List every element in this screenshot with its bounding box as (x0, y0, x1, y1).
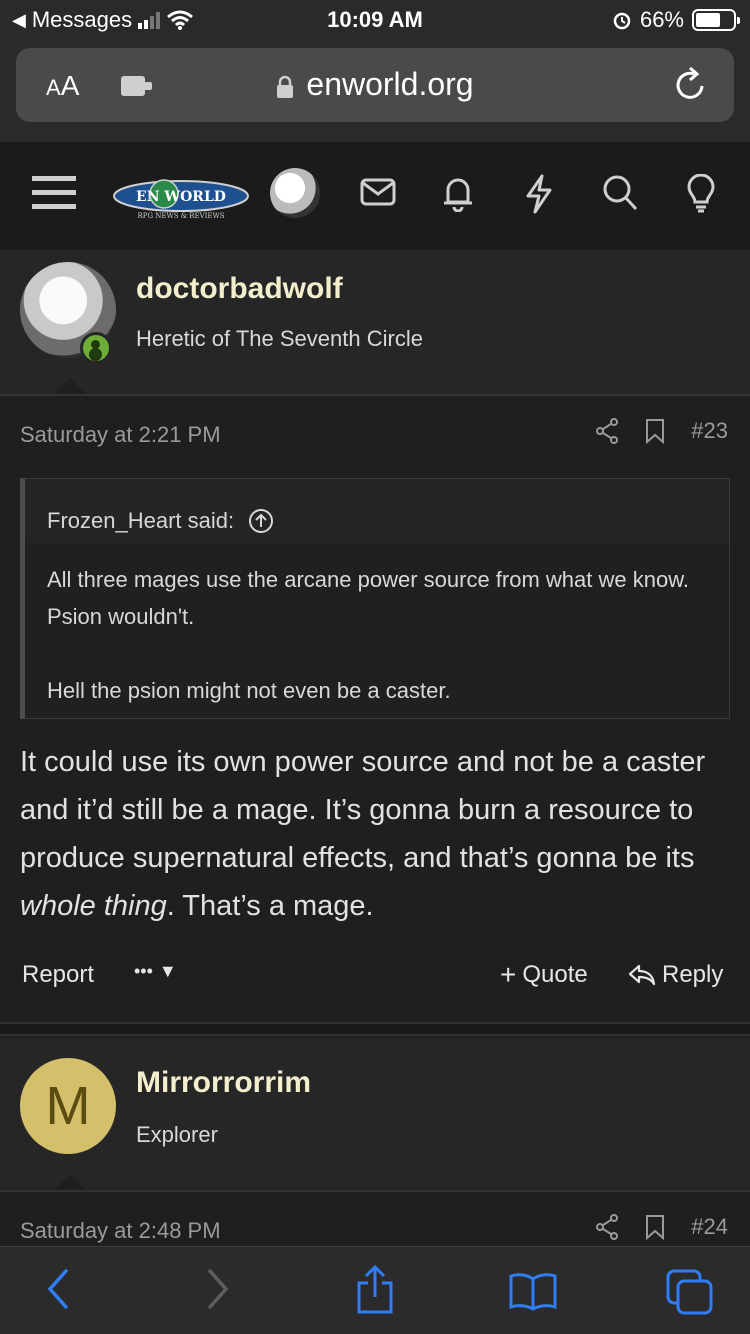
reply-label: Reply (662, 961, 724, 988)
post-author-header: doctorbadwolf Heretic of The Seventh Cir… (0, 250, 750, 396)
lightbulb-icon[interactable] (686, 174, 716, 214)
site-navigation: EN WORLD RPG NEWS & REVIEWS (0, 142, 750, 250)
svg-text:RPG NEWS & REVIEWS: RPG NEWS & REVIEWS (137, 212, 224, 220)
divider (0, 394, 750, 396)
plus-icon: + (500, 959, 517, 990)
author-title: Heretic of The Seventh Circle (136, 326, 423, 351)
caret-down-icon: ▼ (158, 961, 177, 981)
quote-block: Frozen_Heart said: All three mages use t… (20, 478, 730, 719)
mail-icon[interactable] (360, 178, 396, 206)
body-emphasis: whole thing (20, 890, 167, 922)
lightning-icon[interactable] (524, 174, 554, 214)
bookmark-icon[interactable] (645, 1214, 665, 1240)
alarm-icon (613, 12, 631, 30)
reply-button[interactable]: Reply (628, 961, 723, 989)
browser-chrome: ◀ Messages 10:09 AM 66% AA enworld.org (0, 0, 750, 142)
online-status-icon (80, 332, 112, 364)
share-icon[interactable] (595, 418, 619, 444)
author-username[interactable]: Mirrorrorrim (136, 1066, 311, 1100)
reply-icon (628, 964, 656, 986)
quote-paragraph: All three mages use the arcane power sou… (47, 567, 689, 629)
quote-author: Frozen_Heart said: (47, 508, 235, 533)
post-date[interactable]: Saturday at 2:48 PM (20, 1218, 221, 1244)
body-text-part: . That’s a mage. (166, 890, 374, 922)
author-username[interactable]: doctorbadwolf (136, 272, 343, 306)
post-actions: Report ••• ▼ + Quote Reply (0, 955, 750, 999)
post-author-header: M Mirrorrorrim Explorer (0, 1038, 750, 1192)
more-dots-icon: ••• (134, 961, 153, 981)
report-button[interactable]: Report (22, 961, 94, 989)
enworld-logo[interactable]: EN WORLD RPG NEWS & REVIEWS (112, 174, 250, 222)
share-icon[interactable] (595, 1214, 619, 1240)
share-sheet-icon[interactable] (354, 1265, 396, 1315)
post-number[interactable]: #24 (691, 1214, 728, 1240)
battery-percent: 66% (639, 7, 684, 32)
forward-icon[interactable] (204, 1267, 232, 1311)
svg-text:EN WORLD: EN WORLD (136, 189, 226, 205)
hamburger-icon[interactable] (32, 174, 76, 212)
reload-icon[interactable] (672, 66, 708, 104)
author-avatar[interactable]: M (20, 1058, 116, 1154)
more-options-button[interactable]: ••• ▼ (134, 961, 177, 982)
back-icon[interactable] (44, 1267, 72, 1311)
divider (0, 1190, 750, 1192)
bookmark-icon[interactable] (645, 418, 665, 444)
post-meta-actions: #23 (595, 418, 728, 444)
post-body: It could use its own power source and no… (20, 738, 730, 930)
post-meta-actions: #24 (595, 1214, 728, 1240)
lock-icon (277, 75, 294, 98)
bookmarks-icon[interactable] (508, 1271, 558, 1311)
quote-button[interactable]: + Quote (500, 961, 588, 989)
author-title: Explorer (136, 1122, 218, 1147)
body-text-part: It could use its own power source and no… (20, 746, 706, 874)
address-bar[interactable]: AA enworld.org (16, 48, 734, 122)
post-date[interactable]: Saturday at 2:21 PM (20, 422, 221, 448)
status-bar: ◀ Messages 10:09 AM 66% (0, 0, 750, 40)
post-number[interactable]: #23 (691, 418, 728, 444)
report-label: Report (22, 961, 95, 988)
search-icon[interactable] (602, 174, 638, 212)
tabs-icon[interactable] (666, 1269, 714, 1315)
quote-paragraph: Hell the psion might not even be a caste… (47, 678, 451, 703)
battery-icon (692, 9, 740, 31)
quote-attribution[interactable]: Frozen_Heart said: (25, 479, 729, 543)
arrow-up-circle-icon[interactable] (248, 508, 274, 534)
quote-content: All three mages use the arcane power sou… (25, 543, 729, 718)
url-domain[interactable]: enworld.org (306, 66, 473, 102)
user-avatar[interactable] (270, 168, 320, 218)
post-separator (0, 1022, 750, 1036)
quote-label: Quote (522, 961, 588, 988)
browser-toolbar (0, 1246, 750, 1334)
bell-icon[interactable] (442, 174, 474, 212)
